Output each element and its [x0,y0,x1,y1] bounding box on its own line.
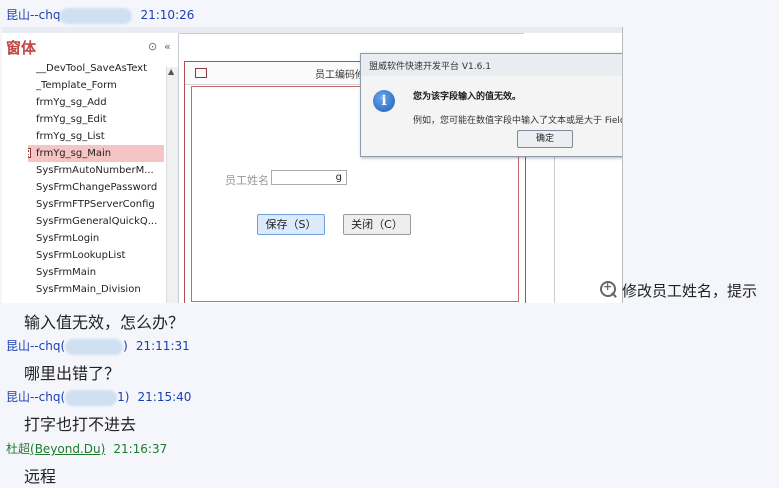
sender-name[interactable]: 昆山--chq [6,339,60,353]
redacted-id [60,7,133,24]
nav-item-ftpserverconfig[interactable]: SysFrmFTPServerConfig [36,196,166,213]
redacted-id [65,389,118,406]
sender-name[interactable]: 昆山--chq [6,390,60,404]
message-header: 昆山--chq 21:10:26 [6,6,194,24]
info-icon: i [373,90,395,112]
dialog-message: 您为该字段输入的值无效。 [413,92,522,102]
nav-item-generalquickq[interactable]: SysFrmGeneralQuickQ... [36,213,166,230]
nav-item-main-division[interactable]: SysFrmMain_Division [36,281,166,298]
nav-item-login[interactable]: SysFrmLogin [36,230,166,247]
save-button[interactable]: 保存（S） [257,214,325,235]
employee-name-input[interactable]: g [271,170,347,185]
form-icon [195,68,207,78]
nav-collapse-icon[interactable]: « [164,40,171,53]
message-header: 昆山--chq(1) 21:15:40 [6,389,192,406]
message-text: 输入值无效，怎么办？ [24,313,185,332]
nav-item-frmyg-add[interactable]: frmYg_sg_Add [36,94,166,111]
dialog-title: 盟威软件快速开发平台 V1.6.1 [369,62,491,72]
ok-button[interactable]: 确定 [517,130,573,148]
message-text: 打字也打不进去 [24,415,137,434]
message-time: 21:16:37 [113,442,168,456]
dialog-detail: 例如，您可能在数值字段中输入了文本或是大于 FieldSi [413,116,623,126]
close-button[interactable]: 关闭（C） [343,214,411,235]
employee-name-label: 员工姓名 [225,174,269,187]
zoom-in-icon[interactable]: + [600,280,616,297]
message-header: 昆山--chq() 21:11:31 [6,338,190,355]
message-text: 哪里出错了？ [24,364,121,383]
sender-name[interactable]: 杜超 [6,442,30,456]
nav-item-lookuplist[interactable]: SysFrmLookupList [36,247,166,264]
nav-item-frmyg-list[interactable]: frmYg_sg_List [36,128,166,145]
embedded-screenshot[interactable]: 窗体 ⊙ « __DevTool_SaveAsText _Template_Fo… [2,27,623,303]
dialog-body: i 您为该字段输入的值无效。 例如，您可能在数值字段中输入了文本或是大于 Fie… [361,76,623,156]
nav-item-changepassword[interactable]: SysFrmChangePassword [36,179,166,196]
message-text: 远程 [24,467,57,486]
nav-pane-title: 窗体 [6,39,37,57]
nav-item-autonumber[interactable]: SysFrmAutoNumberM... [36,162,166,179]
message-time: 21:15:40 [137,390,192,404]
sender-name[interactable]: 昆山--chq [6,8,60,22]
error-dialog: 盟威软件快速开发平台 V1.6.1 i 您为该字段输入的值无效。 例如，您可能在… [360,53,623,157]
redacted-id [65,338,124,355]
message-header: 杜超(Beyond.Du) 21:16:37 [6,440,167,457]
nav-scrollbar[interactable]: ▲ [166,67,178,303]
nav-item-frmyg-edit[interactable]: frmYg_sg_Edit [36,111,166,128]
scroll-up-icon[interactable]: ▲ [168,67,174,76]
form-icon [28,148,31,158]
nav-item-frmyg-main[interactable]: frmYg_sg_Main [28,145,164,162]
sender-id-link[interactable]: (Beyond.Du) [30,442,105,456]
nav-item-main[interactable]: SysFrmMain [36,264,166,281]
nav-dropdown-icon[interactable]: ⊙ [148,40,157,53]
nav-item-devtool[interactable]: __DevTool_SaveAsText [36,60,166,77]
message-time: 21:10:26 [140,8,195,22]
navigation-pane: 窗体 ⊙ « __DevTool_SaveAsText _Template_Fo… [2,33,179,303]
nav-item-template-form[interactable]: _Template_Form [36,77,166,94]
message-time: 21:11:31 [135,339,190,353]
zoom-caption[interactable]: + 修改员工姓名，提示 [600,280,757,301]
